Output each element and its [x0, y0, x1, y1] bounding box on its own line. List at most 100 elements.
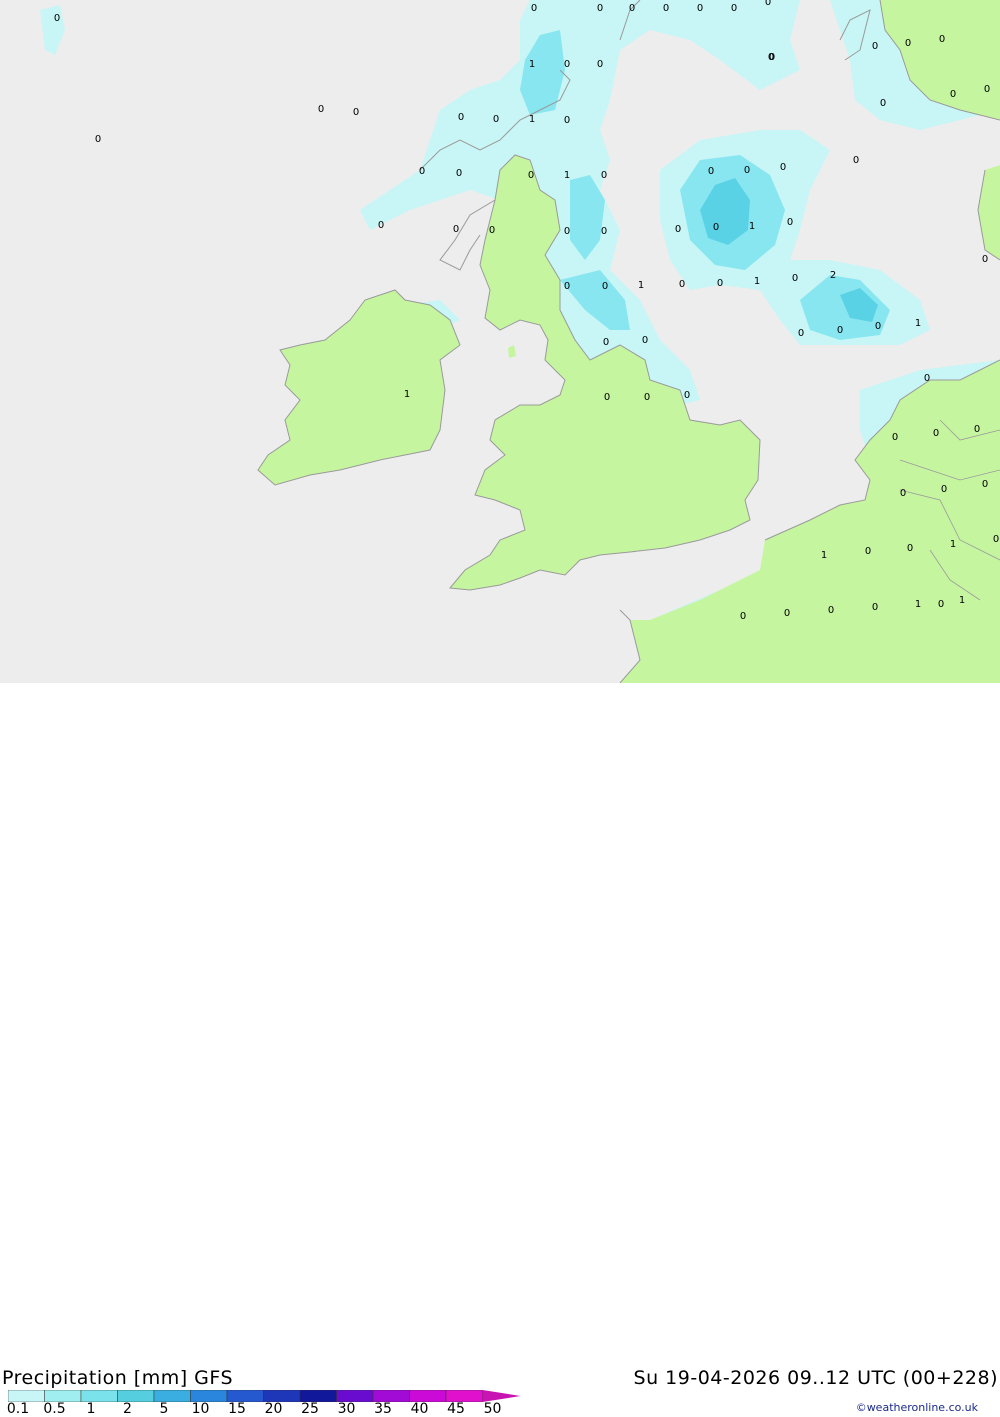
precip-value-label: 0: [456, 168, 462, 179]
precip-value-label: 0: [603, 337, 609, 348]
precip-value-label: 0: [564, 281, 570, 292]
precip-value-label: 0: [717, 278, 723, 289]
precip-value-label: 0: [713, 222, 719, 233]
precip-value-label: 0: [798, 328, 804, 339]
color-scale-tick: 30: [337, 1401, 356, 1417]
color-scale-tick: 5: [159, 1401, 169, 1417]
precip-value-label: 0: [974, 424, 980, 435]
precip-value-label: 0: [984, 84, 990, 95]
precip-value-label: 0: [765, 0, 771, 8]
precip-value-label: 0: [982, 479, 988, 490]
precipitation-map: 0 0 0 0 0 0 0 0 0 0 1 0 0 0 0 0 0 1 0 0 0 0 0 0 0 0 1 0 0 0 0 1 0 0 0 0 0 0 0 2…: [0, 0, 1000, 683]
precip-value-label: 0: [528, 170, 534, 181]
color-scale-tick: 10: [191, 1401, 210, 1417]
color-scale-tick: 1: [86, 1401, 96, 1417]
precip-value-label: 0: [875, 321, 881, 332]
color-scale-tick: 35: [374, 1401, 392, 1417]
legend-bar: Precipitation [mm] GFS Su 19-04-2026 09.…: [0, 683, 1000, 1417]
precip-value-label: 0: [708, 166, 714, 177]
precip-value-label: 0: [453, 224, 459, 235]
precip-value-label: 0: [924, 373, 930, 384]
precip-value-label: 0: [744, 165, 750, 176]
color-scale-tick: 40: [410, 1401, 429, 1417]
precip-value-label: 0: [993, 534, 999, 545]
precip-value-label: 0: [905, 38, 911, 49]
precip-value-label: 0: [597, 59, 603, 70]
precip-value-label: 0: [458, 112, 464, 123]
color-scale-tick: 0.1: [6, 1401, 30, 1417]
precip-value-label: 0: [601, 170, 607, 181]
forecast-datetime: Su 19-04-2026 09..12 UTC (00+228): [633, 1367, 998, 1389]
precip-value-label: 0: [644, 392, 650, 403]
precip-value-label: 0: [54, 13, 60, 24]
precip-value-label: 1: [959, 595, 965, 606]
precip-value-label: 0: [880, 98, 886, 109]
precip-value-label: 0: [564, 59, 570, 70]
precip-value-label: 0: [938, 599, 944, 610]
precip-value-label: 1: [821, 550, 827, 561]
precip-value-label: 0: [792, 273, 798, 284]
precip-value-label: 1: [529, 59, 535, 70]
precip-value-label: 0: [95, 134, 101, 145]
precip-value-label: 0: [941, 484, 947, 495]
precip-value-label: 0: [731, 3, 737, 14]
precip-value-label: 0: [564, 226, 570, 237]
precip-value-label: 0: [597, 3, 603, 14]
precip-value-label: 0: [787, 217, 793, 228]
precip-value-label: 0: [602, 281, 608, 292]
precip-value-label: 0: [601, 226, 607, 237]
precip-value-label: 0: [872, 41, 878, 52]
precip-value-label: 0: [697, 3, 703, 14]
precip-value-label: 0: [489, 225, 495, 236]
color-scale-tick: 0.5: [43, 1401, 66, 1417]
color-scale-tick: 2: [123, 1401, 132, 1417]
color-scale-tick: 25: [301, 1401, 319, 1417]
precip-value-label: 0: [419, 166, 425, 177]
color-scale-tick: 15: [228, 1401, 246, 1417]
precip-value-label: 1: [749, 221, 755, 232]
precip-value-label: 0: [493, 114, 499, 125]
precip-value-label: 1: [950, 539, 956, 550]
precip-value-label: 0: [663, 3, 669, 14]
precip-value-label: 0: [872, 602, 878, 613]
precip-value-label: 0: [892, 432, 898, 443]
precip-value-label: 0: [939, 34, 945, 45]
precip-value-label: 0: [933, 428, 939, 439]
precip-value-label: 0: [629, 3, 635, 14]
precip-value-label: 0: [828, 605, 834, 616]
precip-value-label: 0: [353, 107, 359, 118]
color-scale-tick: 50: [483, 1401, 502, 1417]
color-scale-tick: 20: [264, 1401, 283, 1417]
precip-value-label: 0: [675, 224, 681, 235]
precip-value-label: 0: [684, 390, 690, 401]
color-scale-tick: 45: [447, 1401, 465, 1417]
precip-value-label: 0: [950, 89, 956, 100]
precip-value-label: 0: [982, 254, 988, 265]
precip-value-label: 1: [638, 280, 644, 291]
precip-value-label: 0: [837, 325, 843, 336]
precip-value-label: 1: [529, 114, 535, 125]
precip-value-label: 1: [754, 276, 760, 287]
precip-value-label: 0: [740, 611, 746, 622]
credit-link[interactable]: ©weatheronline.co.uk: [856, 1401, 978, 1414]
precip-value-label: 0: [531, 3, 537, 14]
precip-value-label: 0: [784, 608, 790, 619]
precip-value-label: 1: [404, 389, 410, 400]
precip-value-label: 1: [915, 599, 921, 610]
precip-value-label: 0: [907, 543, 913, 554]
precip-value-label: 0: [642, 335, 648, 346]
precip-value-label: 0: [780, 162, 786, 173]
precip-value-label: 0: [604, 392, 610, 403]
precip-value-label: 0: [900, 488, 906, 499]
precip-value-label: 2: [830, 270, 836, 281]
precip-value-label: 1: [564, 170, 570, 181]
precip-value-label: 0: [378, 220, 384, 231]
precip-value-label: 0: [564, 115, 570, 126]
precip-value-label: 0: [853, 155, 859, 166]
precip-value-label: 0: [679, 279, 685, 290]
precip-value-label: 0: [768, 52, 774, 63]
precip-value-label: 0: [318, 104, 324, 115]
precip-value-label: 1: [915, 318, 921, 329]
precip-value-label: 0: [865, 546, 871, 557]
map-title: Precipitation [mm] GFS: [2, 1367, 234, 1389]
